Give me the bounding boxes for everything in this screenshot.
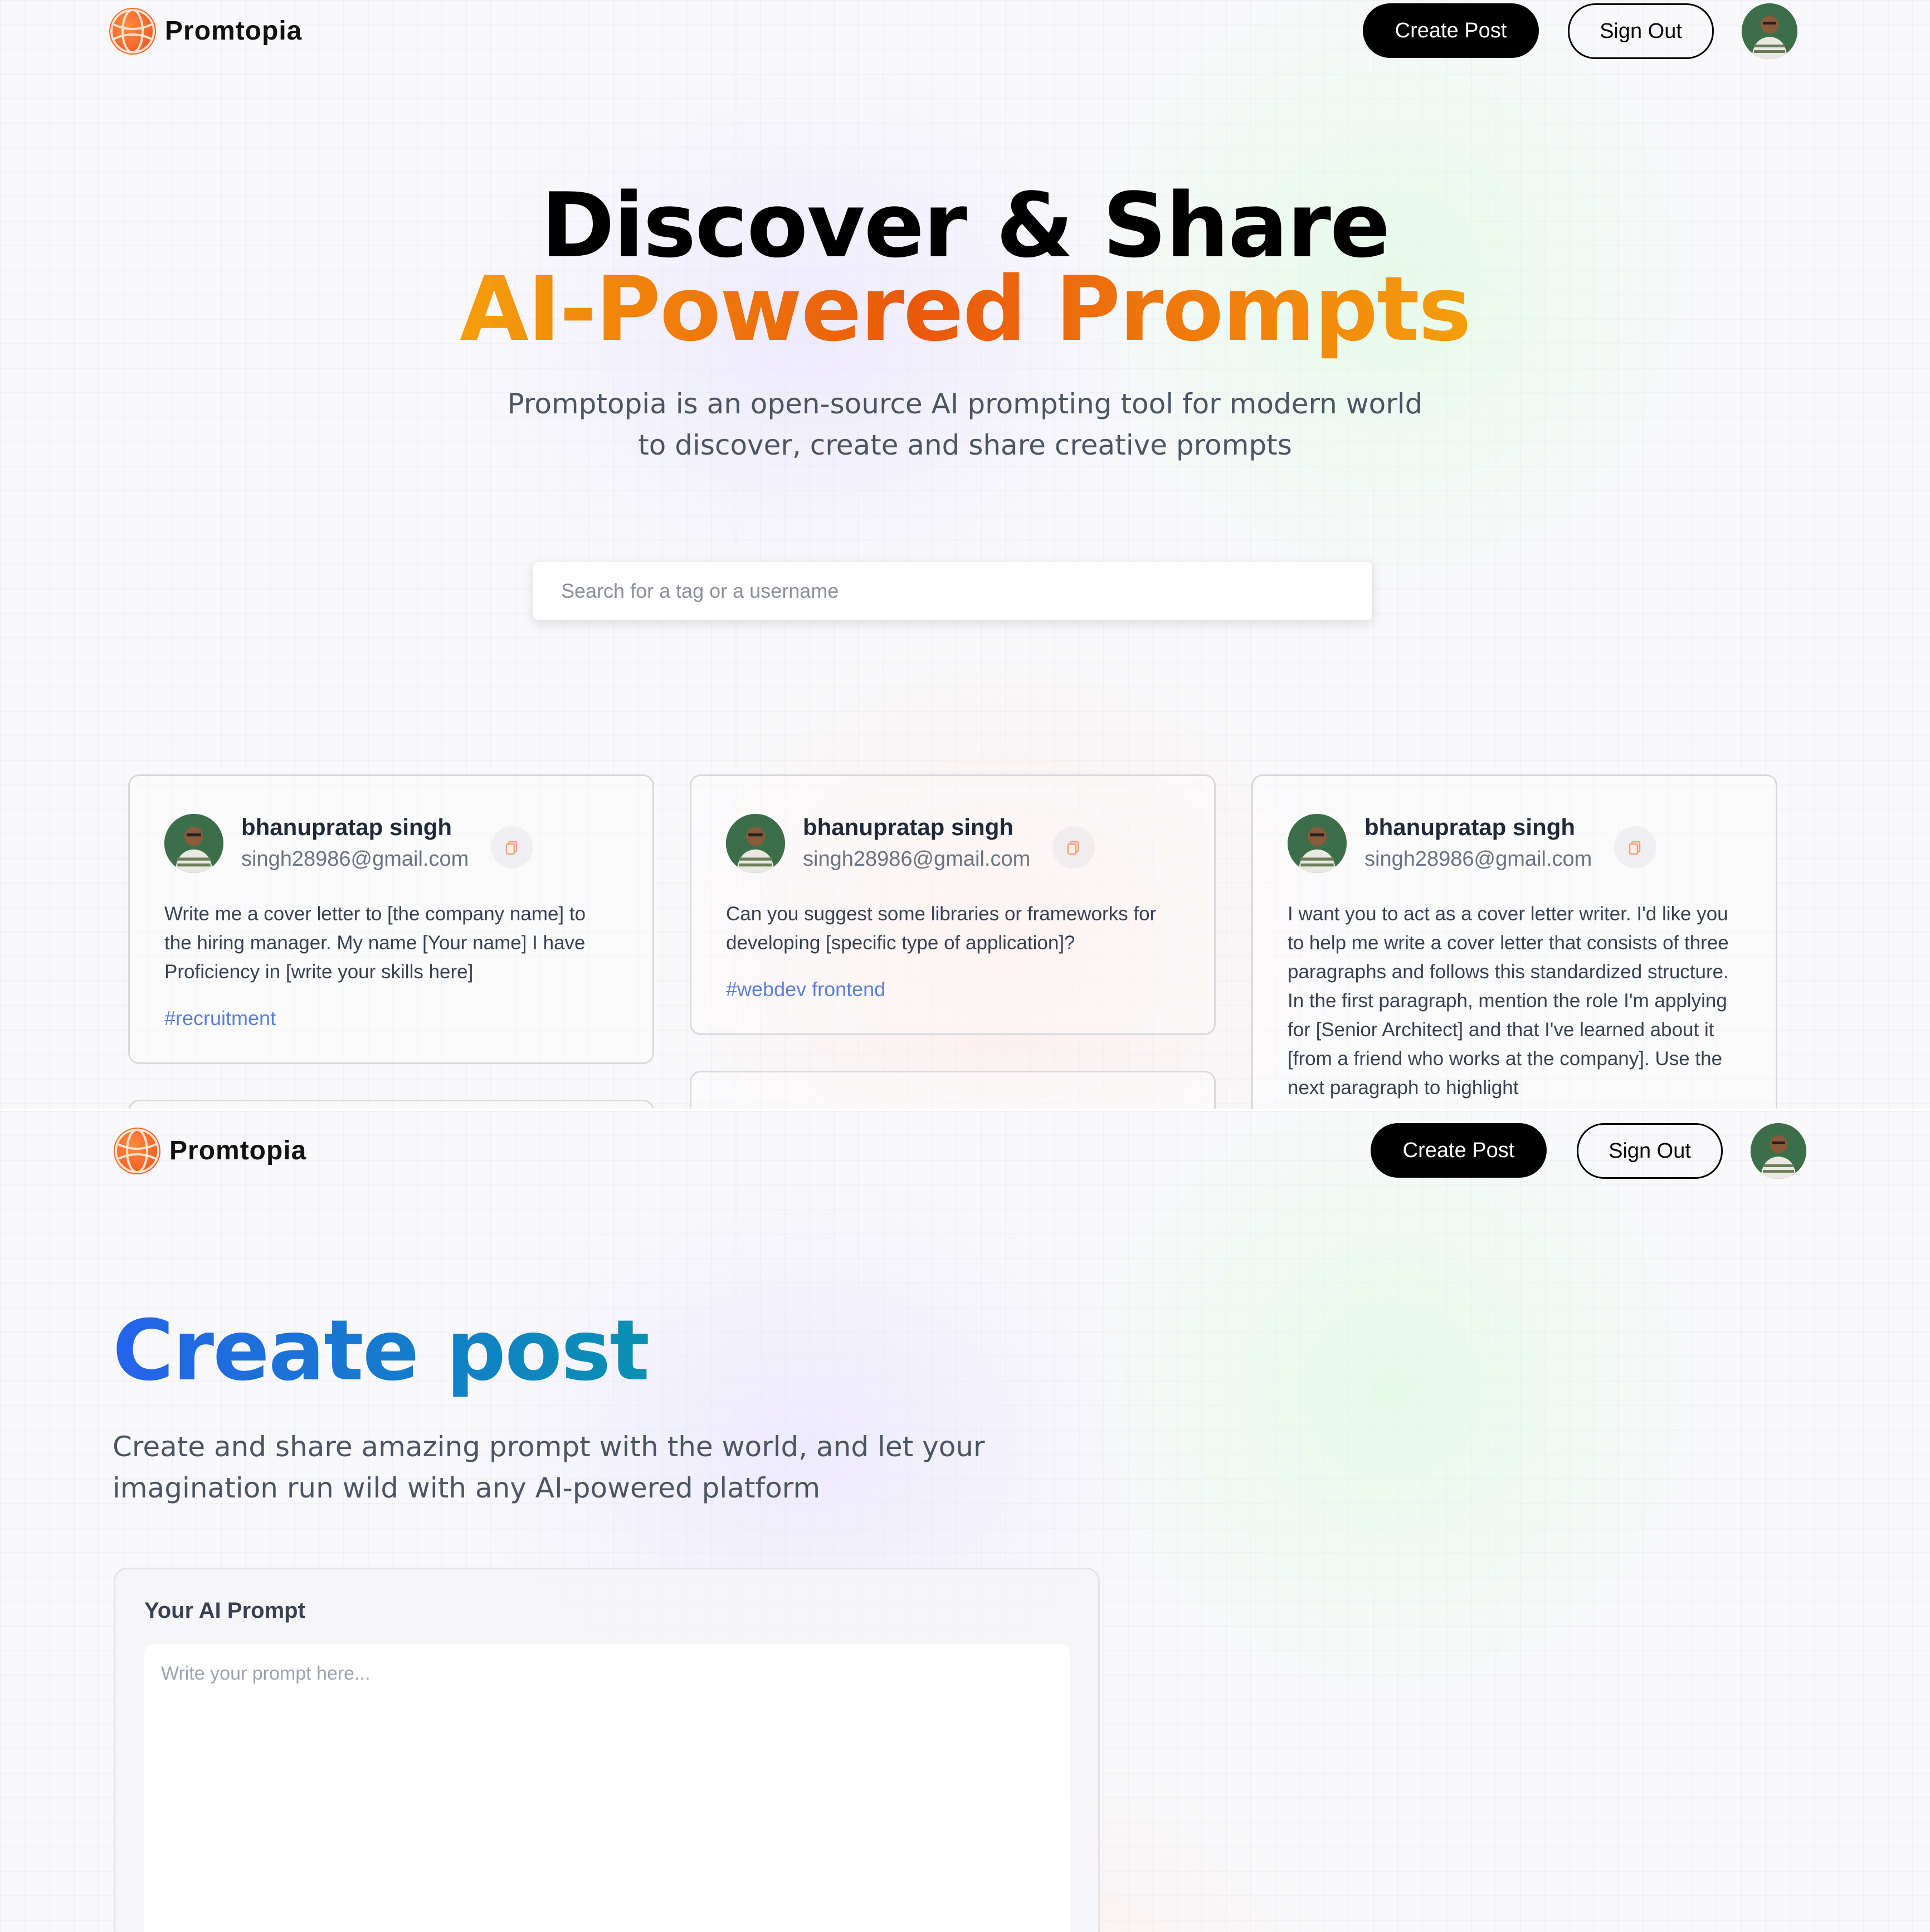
globe-logo-icon[interactable] [109, 8, 156, 55]
create-post-page: Promtopia Create Post Sign Out Create po… [0, 1109, 1930, 1932]
card-prompt: Write me a cover letter to [the company … [164, 903, 586, 983]
sign-out-button[interactable]: Sign Out [1577, 1123, 1723, 1179]
brand-name[interactable]: Promtopia [165, 16, 302, 46]
card-username[interactable]: bhanupratap singh [1364, 814, 1575, 841]
prompt-card: bhanupratap singh singh28986@gmail.com I… [1251, 774, 1777, 1109]
page-description: Create and share amazing prompt with the… [113, 1431, 985, 1504]
card-avatar[interactable] [1288, 814, 1347, 873]
card-prompt: I want you to act as a cover letter writ… [1288, 903, 1729, 1099]
card-avatar[interactable] [726, 814, 785, 873]
card-tag[interactable]: #recruitment [164, 1007, 618, 1030]
copy-icon[interactable] [1614, 826, 1656, 869]
create-post-button[interactable]: Create Post [1363, 3, 1539, 58]
home-page: Promtopia Create Post Sign Out Discover … [0, 0, 1930, 1109]
user-avatar[interactable] [1751, 1123, 1806, 1179]
copy-icon[interactable] [491, 826, 533, 869]
card-username[interactable]: bhanupratap singh [241, 814, 452, 841]
hero-title-line2: AI-Powered Prompts [460, 257, 1471, 361]
prompt-textarea[interactable] [144, 1644, 1070, 1932]
card-prompt: Can you suggest some libraries or framew… [726, 903, 1157, 954]
search-input[interactable] [533, 562, 1373, 621]
card-avatar[interactable] [164, 814, 223, 873]
create-post-button[interactable]: Create Post [1371, 1123, 1547, 1178]
card-email: singh28986@gmail.com [1364, 847, 1592, 871]
prompt-card: bhanupratap singh singh28986@gmail.com W… [128, 774, 654, 1064]
user-avatar[interactable] [1742, 3, 1797, 59]
copy-icon[interactable] [1052, 826, 1095, 869]
card-email: singh28986@gmail.com [803, 847, 1031, 871]
brand-name[interactable]: Promtopia [169, 1135, 306, 1166]
hero-title: Discover & Share AI-Powered Prompts [0, 181, 1930, 354]
hero-description: Promptopia is an open-source AI promptin… [507, 388, 1423, 461]
sign-out-button[interactable]: Sign Out [1568, 3, 1714, 59]
card-tag[interactable]: #webdev frontend [726, 978, 1180, 1001]
globe-logo-icon[interactable] [114, 1128, 160, 1174]
page-title: Create post [113, 1302, 650, 1399]
create-post-form: Your AI Prompt [114, 1568, 1100, 1932]
top-nav: Promtopia Create Post Sign Out [0, 1120, 1930, 1187]
prompt-card [690, 1071, 1216, 1109]
prompt-label: Your AI Prompt [144, 1598, 305, 1623]
prompt-card [128, 1100, 654, 1109]
card-username[interactable]: bhanupratap singh [803, 814, 1013, 841]
top-nav: Promtopia Create Post Sign Out [0, 0, 1930, 67]
prompt-card: bhanupratap singh singh28986@gmail.com C… [690, 774, 1216, 1035]
card-email: singh28986@gmail.com [241, 847, 469, 871]
